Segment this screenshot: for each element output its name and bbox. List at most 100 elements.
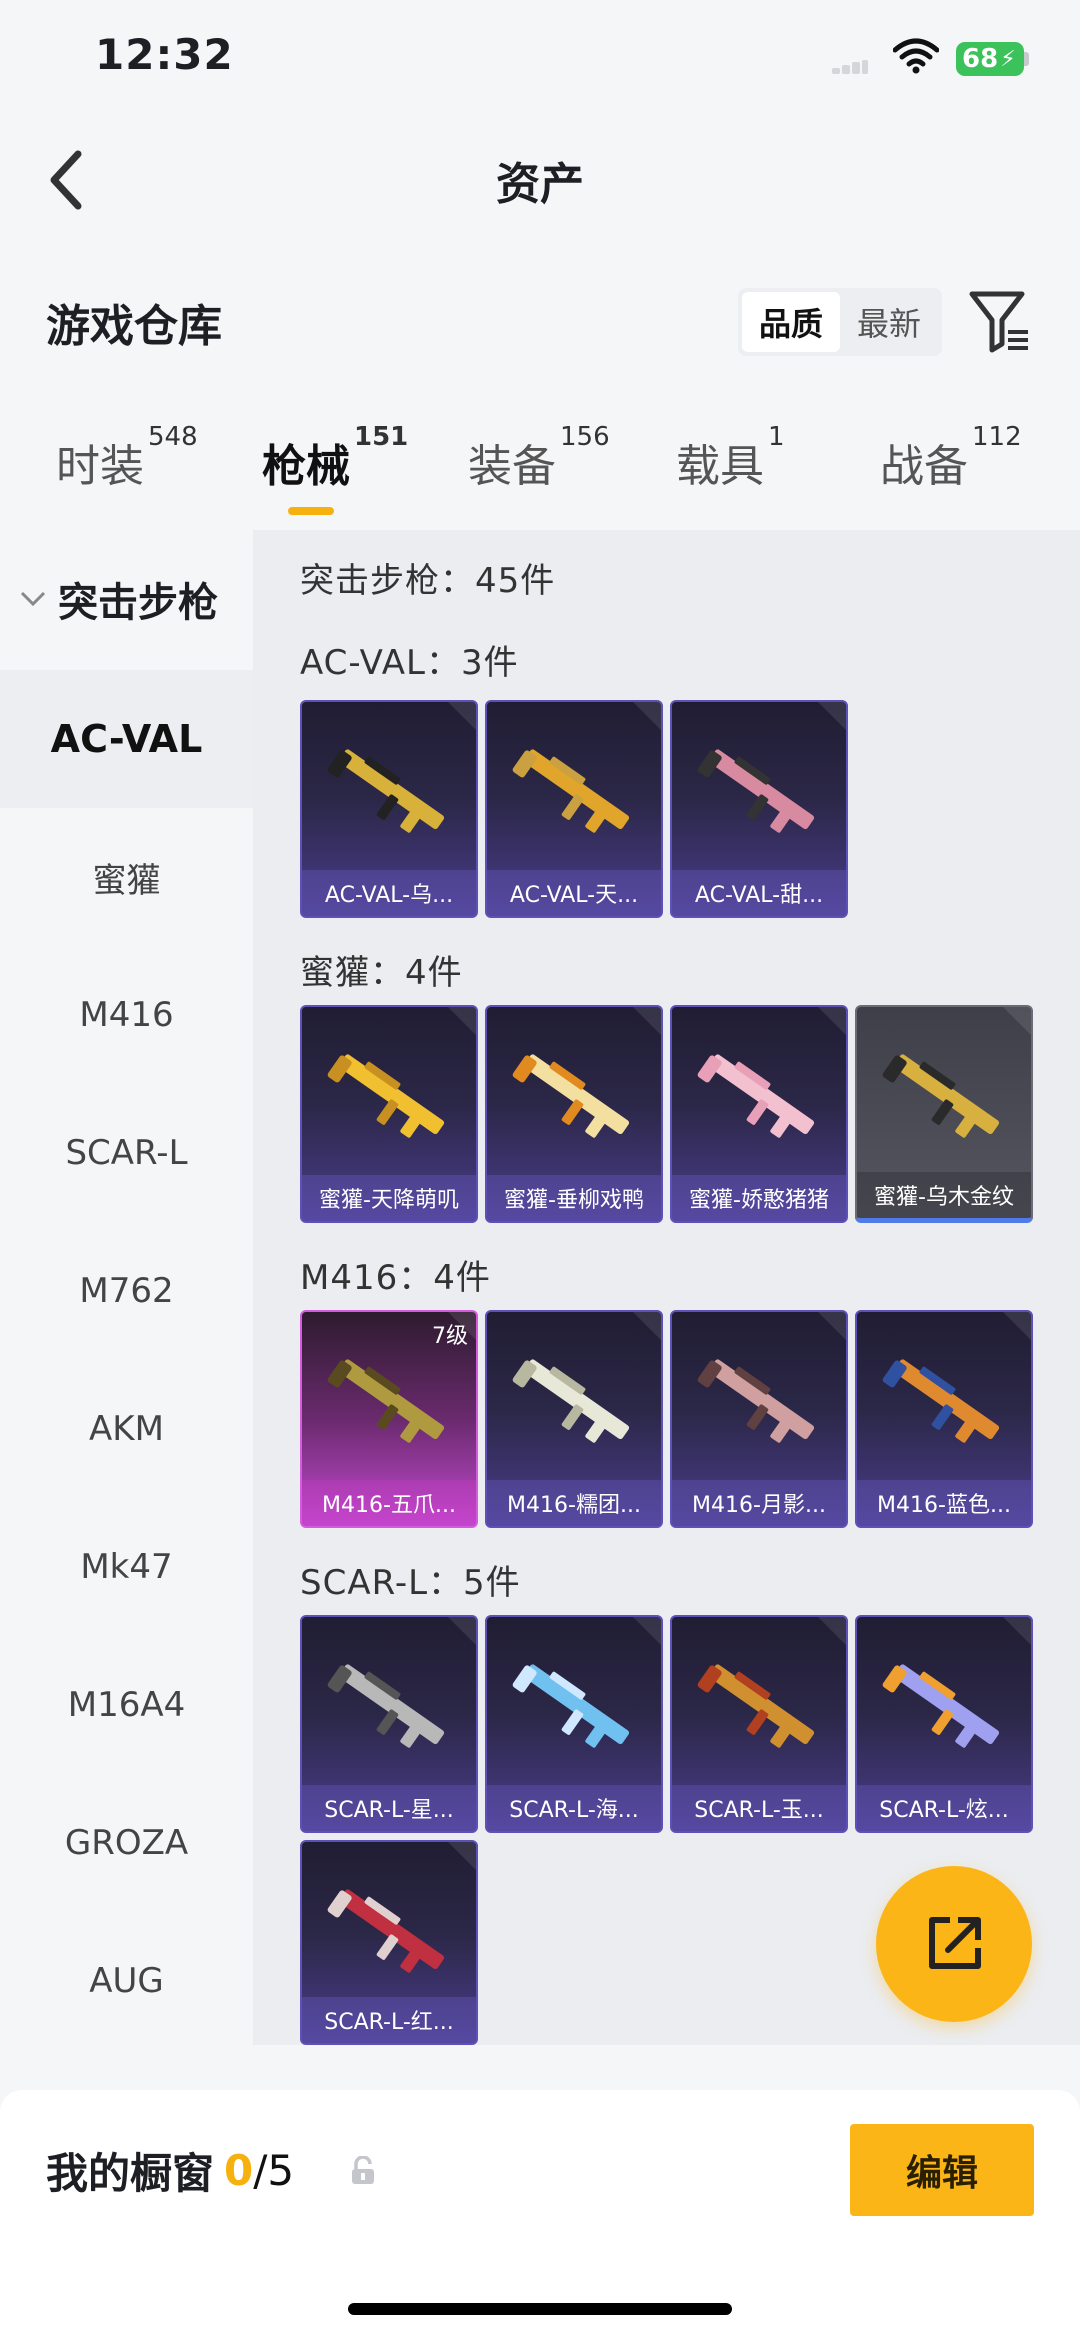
item-card-label: SCAR-L-炫... [857,1785,1031,1831]
gun-image [697,1664,815,1748]
page-title: 资产 [496,159,584,210]
tab-count: 112 [972,422,1022,452]
tab-fashion[interactable]: 时装548 [56,422,198,494]
item-card[interactable]: 7级 M416-五爪... [300,1310,478,1528]
item-card-label: AC-VAL-甜... [672,870,846,916]
tab-firearms[interactable]: 枪械151 [262,422,408,494]
gun-image [327,749,445,833]
gun-image [697,749,815,833]
gun-image [512,749,630,833]
item-card[interactable]: M416-糯团... [485,1310,663,1528]
item-card[interactable]: SCAR-L-海... [485,1615,663,1833]
card-corner [448,1842,476,1870]
sidebar-item-aug[interactable]: AUG [0,1912,253,2050]
item-card-label: M416-蓝色... [857,1480,1031,1526]
item-card[interactable]: AC-VAL-天... [485,700,663,918]
item-card[interactable]: M416-月影... [670,1310,848,1528]
gun-image [882,1664,1000,1748]
card-corner [818,1617,846,1645]
item-card-label: 蜜獾-天降萌叽 [302,1175,476,1221]
card-corner [633,702,661,730]
item-card-label: SCAR-L-海... [487,1785,661,1831]
card-corner [818,702,846,730]
sort-toggle: 品质 最新 [738,288,942,356]
item-card-label: SCAR-L-玉... [672,1785,846,1831]
share-icon [929,1917,981,1969]
tab-label: 时装 [56,441,144,492]
sidebar-category[interactable]: 突击步枪 [18,570,218,628]
item-level-badge: 7级 [432,1324,468,1349]
gun-image [327,1664,445,1748]
card-corner [448,1617,476,1645]
card-corner [448,1007,476,1035]
sidebar-item-scar-l[interactable]: SCAR-L [0,1084,253,1222]
tab-label: 战备 [880,441,968,492]
item-card[interactable]: 蜜獾-天降萌叽 [300,1005,478,1223]
sidebar-item-honey-badger[interactable]: 蜜獾 [0,808,253,946]
tab-supplies[interactable]: 战备112 [880,422,1022,494]
category-summary: 突击步枪：45件 [300,561,556,601]
battery-tip [1024,52,1029,66]
item-card[interactable]: SCAR-L-星... [300,1615,478,1833]
item-card[interactable]: 蜜獾-娇憨猪猪 [670,1005,848,1223]
card-corner [633,1007,661,1035]
item-card[interactable]: SCAR-L-玉... [670,1615,848,1833]
item-card[interactable]: SCAR-L-红... [300,1840,478,2045]
item-card[interactable]: 蜜獾-垂柳戏鸭 [485,1005,663,1223]
item-card-label: M416-五爪... [302,1480,476,1526]
tab-count: 151 [354,422,409,452]
item-card[interactable]: 蜜獾-乌木金纹 [855,1005,1033,1223]
cellular-signal-icon [832,60,868,74]
category-tabs: 时装548 枪械151 装备156 载具1 战备112 [0,422,1080,520]
gun-image [327,1889,445,1973]
edit-button[interactable]: 编辑 [850,2124,1034,2216]
gun-image [327,1054,445,1138]
sidebar-item-m416[interactable]: M416 [0,946,253,1084]
tab-label: 载具 [676,441,764,492]
share-button[interactable] [876,1866,1032,2022]
sidebar-category-label: 突击步枪 [58,580,218,626]
item-card-label: SCAR-L-星... [302,1785,476,1831]
showcase-total: /5 [253,2146,295,2195]
item-card[interactable]: SCAR-L-炫... [855,1615,1033,1833]
gun-image [512,1664,630,1748]
gun-image [697,1359,815,1443]
tab-label: 装备 [468,441,556,492]
item-card-label: 蜜獾-娇憨猪猪 [672,1175,846,1221]
gun-image [882,1359,1000,1443]
item-card[interactable]: AC-VAL-甜... [670,700,848,918]
tab-label: 枪械 [262,441,350,492]
tab-vehicles[interactable]: 载具1 [676,422,785,494]
status-time: 12:32 [95,30,234,79]
gun-image [327,1359,445,1443]
showcase-title-row: 我的橱窗 0 /5 [46,2140,294,2201]
item-card-label: 蜜獾-垂柳戏鸭 [487,1175,661,1221]
group-title-m416: M416：4件 [300,1258,491,1298]
item-card-label: AC-VAL-天... [487,870,661,916]
warehouse-title: 游戏仓库 [46,301,222,352]
sidebar-item-mk47[interactable]: Mk47 [0,1498,253,1636]
gun-image [512,1054,630,1138]
card-corner [633,1312,661,1340]
gun-image [882,1054,1000,1138]
gun-image [697,1054,815,1138]
gun-image [512,1359,630,1443]
sort-latest-button[interactable]: 最新 [840,292,938,352]
active-tab-indicator [288,507,334,515]
lock-icon [352,2156,374,2184]
chevron-down-icon [20,591,46,607]
sidebar-item-akm[interactable]: AKM [0,1360,253,1498]
sort-quality-button[interactable]: 品质 [742,292,840,352]
item-card[interactable]: M416-蓝色... [855,1310,1033,1528]
sidebar-item-m762[interactable]: M762 [0,1222,253,1360]
item-card[interactable]: AC-VAL-乌... [300,700,478,918]
filter-button[interactable] [968,288,1030,354]
sidebar-item-ac-val[interactable]: AC-VAL [0,670,253,808]
sidebar-item-m16a4[interactable]: M16A4 [0,1636,253,1774]
wifi-icon [893,38,939,74]
sidebar-item-groza[interactable]: GROZA [0,1774,253,1912]
tab-count: 548 [148,422,198,452]
card-corner [1003,1007,1031,1035]
tab-equipment[interactable]: 装备156 [468,422,610,494]
card-corner [818,1007,846,1035]
